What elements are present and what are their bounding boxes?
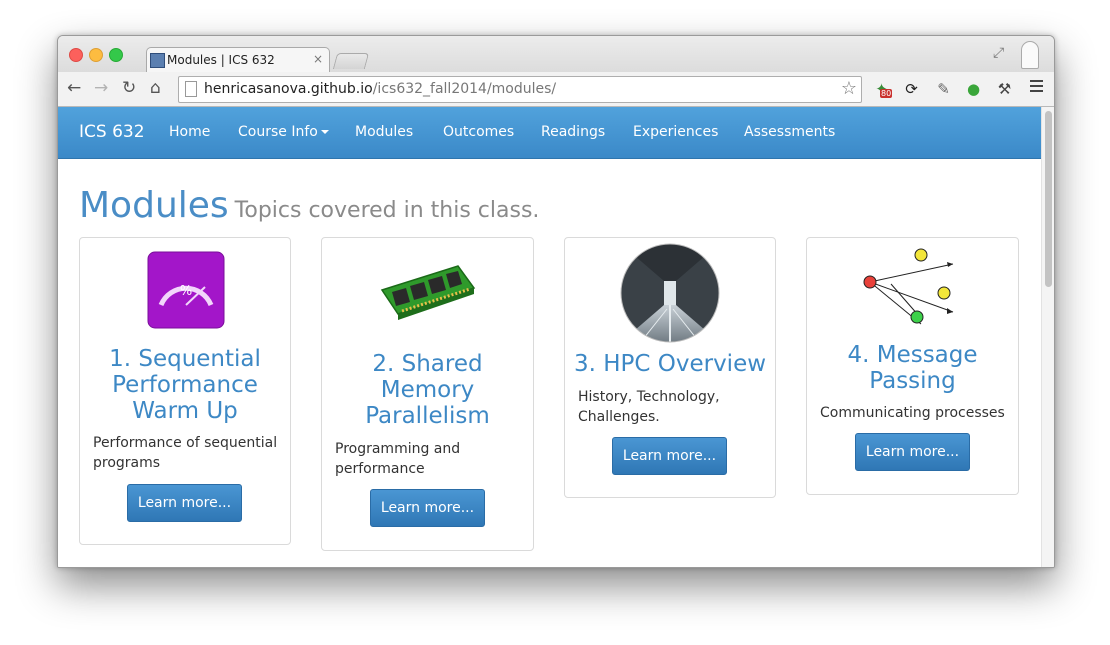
site-navbar: ICS 632 Home Course Info Modules Outcome… [58,107,1041,159]
forward-icon[interactable]: → [94,78,108,98]
nav-modules[interactable]: Modules [355,124,413,140]
module-card-3: 3. HPC Overview History, Technology, Cha… [564,237,776,498]
module-1-title-line: 1. Sequential [109,346,261,372]
nav-home[interactable]: Home [169,124,210,140]
url-text[interactable]: henricasanova.github.io/ics632_fall2014/… [204,81,556,97]
module-2-title-line: Parallelism [365,403,490,429]
module-2-title-line: 2. Shared [372,351,483,377]
page-viewport: ICS 632 Home Course Info Modules Outcome… [58,107,1041,567]
address-bar[interactable]: henricasanova.github.io/ics632_fall2014/… [178,76,862,103]
tab-title: Modules | ICS 632 [167,53,275,67]
browser-tab[interactable]: Modules | ICS 632 × [146,47,330,74]
caret-down-icon [320,130,329,134]
module-3-description: History, Technology, Challenges. [578,389,720,425]
learn-more-button[interactable]: Learn more... [127,484,242,522]
module-4-title-line: Passing [869,368,956,394]
bookmark-star-icon[interactable]: ☆ [841,78,857,99]
module-2-description: Programming and performance [335,441,461,477]
tab-close-icon[interactable]: × [313,52,323,66]
nav-assessments[interactable]: Assessments [744,124,835,140]
module-3-title-line: 3. HPC Overview [573,351,767,377]
speech-extension-icon[interactable]: ● [964,80,983,99]
memory-module-icon [378,262,476,324]
favicon-icon [150,53,165,68]
extension-badge-count: 80 [880,89,893,98]
module-2-title[interactable]: 2. Shared Memory Parallelism [322,351,533,429]
learn-more-button[interactable]: Learn more... [370,489,485,527]
datacenter-aisle-icon [620,243,720,347]
module-card-2: 2. Shared Memory Parallelism Programming… [321,237,534,551]
home-icon[interactable]: ⌂ [150,78,161,98]
module-3-title[interactable]: 3. HPC Overview [565,351,775,377]
site-brand[interactable]: ICS 632 [79,122,145,142]
nav-outcomes[interactable]: Outcomes [443,124,514,140]
browser-toolbar: ← → ↻ ⌂ henricasanova.github.io/ics632_f… [58,72,1054,107]
module-card-4: 4. Message Passing Communicating process… [806,237,1019,495]
page-subtitle: Topics covered in this class. [234,198,540,223]
page-title: Modules [79,185,229,226]
sync-extension-icon[interactable]: ⟳ [902,80,921,99]
module-4-title-line: 4. Message [847,342,978,368]
close-window-button[interactable] [69,48,83,62]
menu-icon[interactable] [1030,80,1043,95]
maximize-window-button[interactable] [109,48,123,62]
tools-extension-icon[interactable]: ⚒ [995,80,1014,99]
browser-window: Modules | ICS 632 × ⤢ ← → ↻ ⌂ henricasan… [57,35,1055,568]
gauge-icon: % [147,251,225,333]
module-1-description: Performance of sequential programs [93,435,278,471]
module-1-title-line: Performance [112,372,258,398]
fullscreen-icon[interactable]: ⤢ [993,45,1004,61]
back-icon[interactable]: ← [67,78,81,98]
eyedropper-extension-icon[interactable]: ✎ [934,80,953,99]
minimize-window-button[interactable] [89,48,103,62]
scrollbar-thumb[interactable] [1045,111,1052,287]
reload-icon[interactable]: ↻ [122,78,136,98]
page-icon [185,81,197,97]
extension-badge-icon[interactable]: ✦ 80 [872,80,893,99]
gauge-percent-label: % [180,284,192,299]
module-2-title-line: Memory [380,377,475,403]
module-card-1: % 1. Sequential Performance Warm Up Perf… [79,237,291,545]
module-4-title[interactable]: 4. Message Passing [807,342,1018,394]
url-path: /ics632_fall2014/modules/ [372,81,557,97]
module-1-title[interactable]: 1. Sequential Performance Warm Up [80,346,290,424]
url-host: henricasanova.github.io [204,81,373,97]
nav-readings[interactable]: Readings [541,124,605,140]
nav-course-info[interactable]: Course Info [238,124,329,140]
message-graph-icon [861,246,965,330]
learn-more-button[interactable]: Learn more... [855,433,970,471]
page-header: Modules Topics covered in this class. [79,185,539,226]
module-1-title-line: Warm Up [132,398,238,424]
title-bar: Modules | ICS 632 × ⤢ [58,36,1054,74]
profile-icon[interactable] [1021,41,1039,69]
new-tab-button[interactable] [332,53,370,69]
nav-course-info-label: Course Info [238,124,318,140]
learn-more-button[interactable]: Learn more... [612,437,727,475]
module-4-description: Communicating processes [820,405,1005,421]
page-scrollbar[interactable] [1041,107,1054,567]
nav-experiences[interactable]: Experiences [633,124,718,140]
